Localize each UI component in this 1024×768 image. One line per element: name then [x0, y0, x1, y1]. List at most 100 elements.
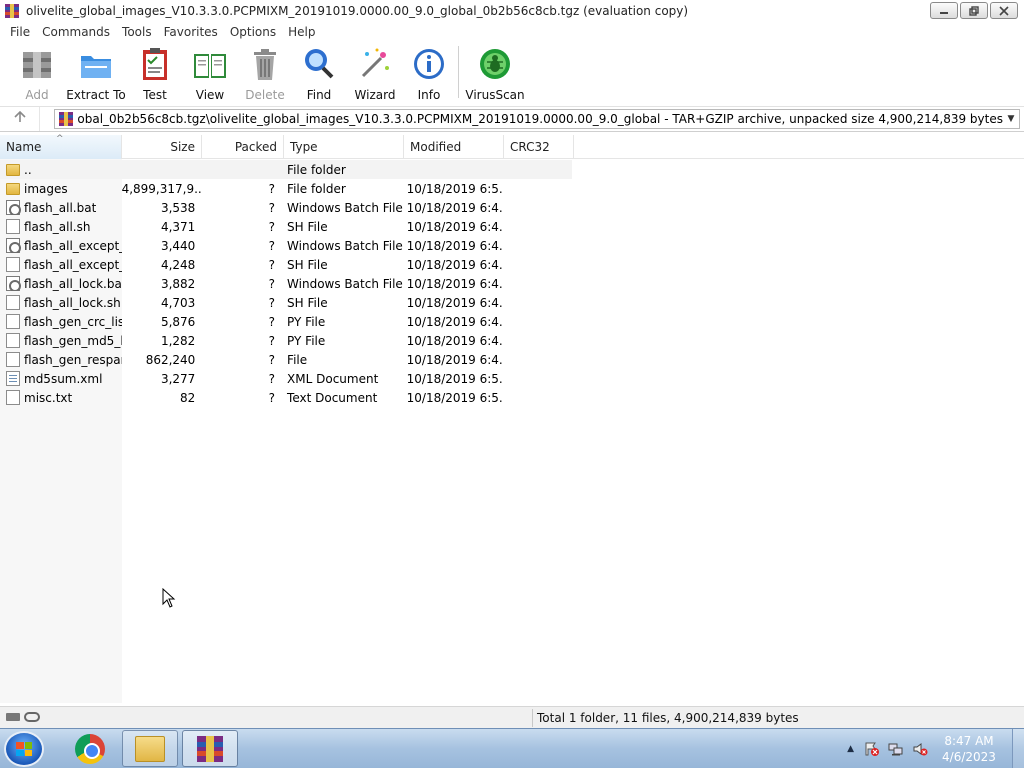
extract-to-button[interactable]: Extract To — [66, 42, 126, 102]
file-packed: ? — [268, 333, 276, 348]
file-modified: 10/18/2019 6:5... — [406, 371, 503, 386]
file-row[interactable]: misc.txt 82? Text Document 10/18/2019 6:5..… — [0, 388, 572, 407]
xml-document-icon — [6, 371, 20, 386]
file-row[interactable]: flash_gen_crc_lis... 5,876? PY File 10/18/2… — [0, 312, 572, 331]
clock[interactable]: 8:47 AM 4/6/2023 — [936, 733, 1002, 765]
file-name: flash_gen_md5_l... — [24, 333, 122, 348]
menu-favorites[interactable]: Favorites — [158, 25, 224, 39]
file-size: 3,538 — [160, 200, 196, 215]
taskbar-winrar[interactable] — [182, 730, 238, 767]
file-name-cell: flash_all_lock.bat — [0, 276, 122, 291]
info-icon — [411, 46, 447, 82]
file-name: flash_all.bat — [24, 200, 97, 215]
column-name[interactable]: ^ Name — [0, 134, 122, 159]
file-modified: 10/18/2019 6:5... — [406, 181, 503, 196]
file-list[interactable]: ^ Name Size Packed Type Modified CRC32 .… — [0, 134, 1024, 703]
toolbar-separator — [458, 46, 459, 98]
file-size: 82 — [180, 390, 196, 405]
key-icon[interactable] — [24, 712, 40, 722]
file-row[interactable]: md5sum.xml 3,277? XML Document 10/18/2019 6… — [0, 369, 572, 388]
path-dropdown-icon[interactable]: ▼ — [1003, 114, 1019, 124]
path-bar: olivelite_global_images_V10.3.3.0.PCPMIX… — [0, 106, 1024, 132]
test-label: Test — [143, 88, 167, 102]
file-row[interactable]: flash_gen_md5_l... 1,282? PY File 10/18/201… — [0, 331, 572, 350]
wizard-button[interactable]: Wizard — [344, 42, 406, 102]
network-icon[interactable] — [888, 741, 904, 757]
close-button[interactable] — [990, 2, 1018, 19]
start-button[interactable] — [4, 731, 44, 767]
winrar-app-icon[interactable] — [4, 3, 20, 19]
arrow-up-icon — [13, 110, 26, 127]
status-summary: Total 1 folder, 11 files, 4,900,214,839 … — [537, 711, 799, 725]
menu-options[interactable]: Options — [224, 25, 282, 39]
file-packed: ? — [268, 314, 276, 329]
virusscan-label: VirusScan — [465, 88, 525, 102]
view-button[interactable]: View — [184, 42, 236, 102]
file-name-cell: flash_all.sh — [0, 219, 122, 234]
delete-button[interactable]: Delete — [236, 42, 294, 102]
column-size[interactable]: Size — [122, 135, 202, 159]
menu-tools[interactable]: Tools — [116, 25, 158, 39]
virusscan-button[interactable]: VirusScan — [465, 42, 525, 102]
drive-icon[interactable] — [6, 713, 20, 721]
file-name-cell: md5sum.xml — [0, 371, 122, 386]
add-button[interactable]: Add — [8, 42, 66, 102]
column-modified[interactable]: Modified — [404, 135, 504, 159]
file-packed: ? — [268, 295, 276, 310]
taskbar-explorer[interactable] — [122, 730, 178, 767]
system-tray: ▲ 8:47 AM 4/6/2023 — [847, 729, 1024, 768]
column-crc32[interactable]: CRC32 — [504, 135, 574, 159]
title-bar: olivelite_global_images_V10.3.3.0.PCPMIX… — [0, 0, 1024, 22]
file-row[interactable]: flash_all.bat 3,538? Windows Batch File 10/… — [0, 198, 572, 217]
parent-folder-row[interactable]: .. File folder — [0, 160, 572, 179]
minimize-button[interactable] — [930, 2, 958, 19]
file-row[interactable]: flash_all_except_... 4,248? SH File 10/18/2… — [0, 255, 572, 274]
file-packed: ? — [268, 257, 276, 272]
file-name: flash_all_except_... — [24, 238, 122, 253]
add-archive-icon — [19, 46, 55, 82]
file-size: 1,282 — [160, 333, 196, 348]
file-name: misc.txt — [24, 390, 73, 405]
file-row[interactable]: images 4,899,317,9...? File folder 10/18/20… — [0, 179, 572, 198]
file-rows: .. File folder images 4,899,317,9...? File f… — [0, 160, 572, 407]
taskbar-chrome[interactable] — [62, 730, 118, 767]
file-row[interactable]: flash_all_lock.sh 4,703? SH File 10/18/2019… — [0, 293, 572, 312]
file-row[interactable]: flash_gen_respar... 862,240? File 10/18/201… — [0, 350, 572, 369]
up-one-level-button[interactable] — [0, 107, 40, 131]
file-row[interactable]: flash_all_lock.bat 3,882? Windows Batch Fi… — [0, 274, 572, 293]
delete-label: Delete — [245, 88, 285, 102]
document-icon — [6, 314, 20, 329]
file-row[interactable]: flash_all.sh 4,371? SH File 10/18/2019 6:4.… — [0, 217, 572, 236]
path-text: olivelite_global_images_V10.3.3.0.PCPMIX… — [78, 112, 1003, 126]
file-packed: ? — [268, 390, 276, 405]
column-type[interactable]: Type — [284, 135, 404, 159]
column-packed[interactable]: Packed — [202, 135, 284, 159]
trash-can-icon — [247, 46, 283, 82]
volume-muted-icon[interactable] — [912, 741, 928, 757]
file-modified: 10/18/2019 6:4... — [406, 352, 503, 367]
file-packed: ? — [268, 181, 276, 196]
file-modified: 10/18/2019 6:4... — [406, 295, 503, 310]
file-type: SH File — [287, 295, 328, 310]
toolbar: Add Extract To Test View Delete Find Wiz… — [0, 42, 1024, 104]
document-icon — [6, 295, 20, 310]
action-center-icon[interactable] — [864, 741, 880, 757]
show-hidden-icons-button[interactable]: ▲ — [847, 744, 854, 754]
extract-to-label: Extract To — [66, 88, 126, 102]
magic-wand-icon — [357, 46, 393, 82]
show-desktop-button[interactable] — [1012, 729, 1024, 768]
menu-file[interactable]: File — [4, 25, 36, 39]
path-field[interactable]: olivelite_global_images_V10.3.3.0.PCPMIX… — [54, 109, 1020, 129]
menu-help[interactable]: Help — [282, 25, 321, 39]
menu-commands[interactable]: Commands — [36, 25, 116, 39]
info-button[interactable]: Info — [406, 42, 452, 102]
file-type: Windows Batch File — [287, 200, 403, 215]
file-name-cell: flash_gen_md5_l... — [0, 333, 122, 348]
test-button[interactable]: Test — [126, 42, 184, 102]
file-type: File folder — [287, 162, 346, 177]
file-row[interactable]: flash_all_except_... 3,440? Windows Batch … — [0, 236, 572, 255]
find-button[interactable]: Find — [294, 42, 344, 102]
file-name-cell: misc.txt — [0, 390, 122, 405]
file-modified: 10/18/2019 6:4... — [406, 200, 503, 215]
restore-button[interactable] — [960, 2, 988, 19]
